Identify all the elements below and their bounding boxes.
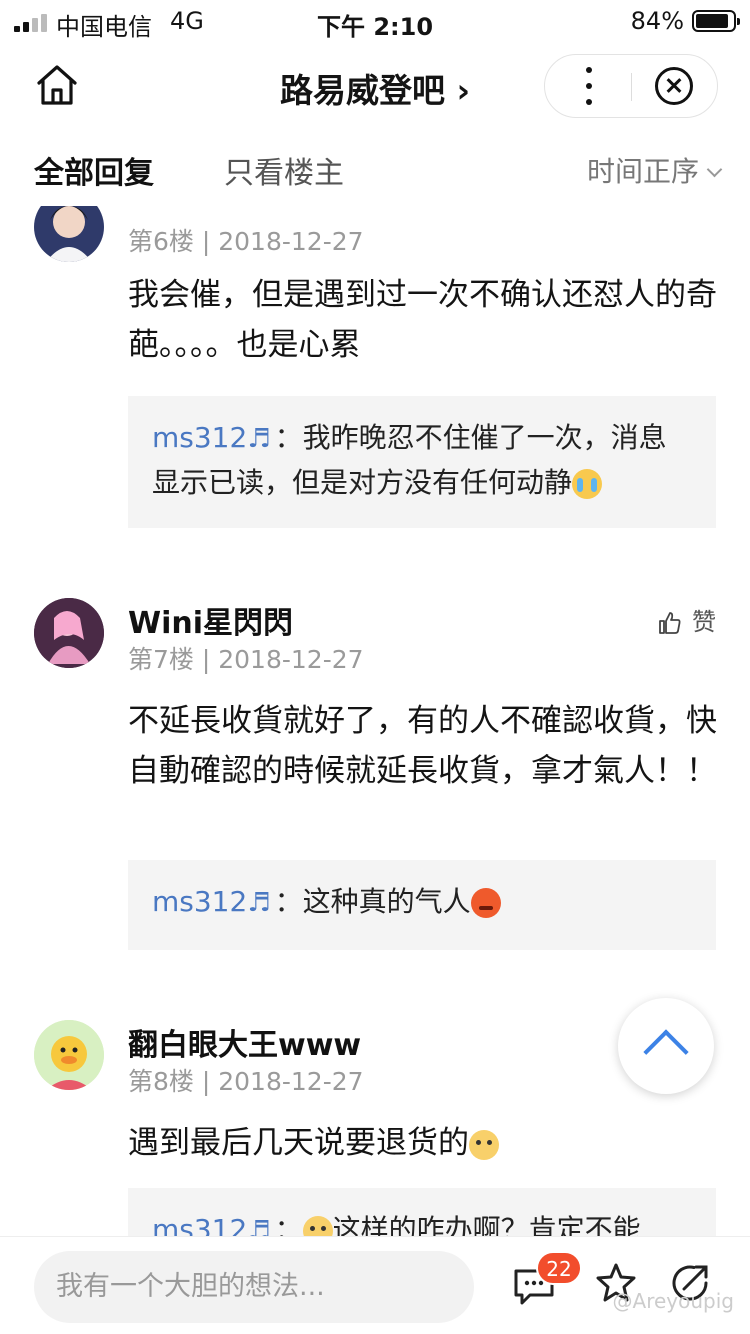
post-content: 遇到最后几天说要退货的: [128, 1118, 718, 1168]
post-meta: 第7楼 | 2018-12-27: [128, 645, 364, 674]
reply-username[interactable]: ms312♬: [152, 885, 275, 918]
music-note-icon: ♬: [247, 424, 271, 454]
chevron-right-icon: ›: [456, 71, 471, 110]
bottom-bar: 我有一个大胆的想法... 22 @Areyoupig: [0, 1236, 750, 1334]
music-note-icon: ♬: [247, 888, 271, 918]
scroll-to-top-button[interactable]: [618, 998, 714, 1094]
more-icon[interactable]: [545, 55, 631, 117]
chevron-up-icon: [643, 1029, 689, 1075]
post-meta: 第6楼 | 2018-12-27: [128, 227, 364, 256]
reply-input[interactable]: 我有一个大胆的想法...: [34, 1251, 474, 1323]
close-icon[interactable]: [655, 67, 693, 105]
tab-all-replies[interactable]: 全部回复: [34, 148, 154, 192]
chevron-down-icon: [706, 161, 723, 178]
battery-percent: 84%: [630, 7, 684, 35]
thumb-up-icon: [659, 612, 681, 634]
avatar[interactable]: [34, 1020, 104, 1090]
angry-emoji-icon: [470, 888, 501, 918]
tab-owner-only[interactable]: 只看楼主: [224, 148, 344, 192]
avatar[interactable]: [34, 598, 104, 668]
mini-program-capsule: [544, 54, 718, 118]
capsule-divider: [631, 73, 632, 101]
watermark: @Areyoupig: [612, 1289, 734, 1313]
sub-reply[interactable]: ms312♬ ：这种真的气人: [128, 860, 716, 950]
reply-username[interactable]: ms312♬: [152, 1213, 275, 1236]
sort-label: 时间正序: [586, 155, 699, 188]
avatar[interactable]: [34, 206, 104, 262]
tab-bar: 全部回复 只看楼主 时间正序: [0, 130, 750, 206]
battery-icon: [692, 10, 740, 32]
nav-bar: 路易威登吧 ›: [0, 44, 750, 128]
thinking-emoji-icon: [302, 1216, 333, 1236]
forum-title-text: 路易威登吧: [279, 71, 445, 110]
reply-text: 这种真的气人: [302, 885, 471, 918]
sub-reply[interactable]: ms312♬ ：我昨晚忍不住催了一次，消息显示已读，但是对方没有任何动静: [128, 396, 716, 528]
username[interactable]: 翻白眼大王www: [128, 1020, 361, 1064]
sort-dropdown[interactable]: 时间正序: [586, 150, 723, 190]
like-button[interactable]: 赞: [658, 602, 716, 637]
cry-emoji-icon: [572, 469, 603, 499]
music-note-icon: ♬: [247, 1216, 271, 1236]
comment-count-badge: 22: [536, 1251, 582, 1285]
reply-text: 这样的咋办啊？肯定不能: [332, 1213, 641, 1236]
post-meta: 第8楼 | 2018-12-27: [128, 1067, 364, 1096]
post-content: 不延長收貨就好了，有的人不確認收貨，快自動確認的時候就延長收貨，拿才氣人！！: [128, 703, 717, 789]
sub-reply[interactable]: ms312♬：这样的咋办啊？肯定不能: [128, 1188, 716, 1236]
post-content: 我会催，但是遇到过一次不确认还怼人的奇葩。。。。也是心累: [128, 277, 717, 363]
reply-username[interactable]: ms312♬: [152, 421, 275, 454]
username[interactable]: Wini星閃閃: [128, 598, 293, 642]
status-bar: 中国电信 4G 下午 2:10 84%: [0, 0, 750, 42]
pleading-emoji-icon: [469, 1129, 499, 1160]
